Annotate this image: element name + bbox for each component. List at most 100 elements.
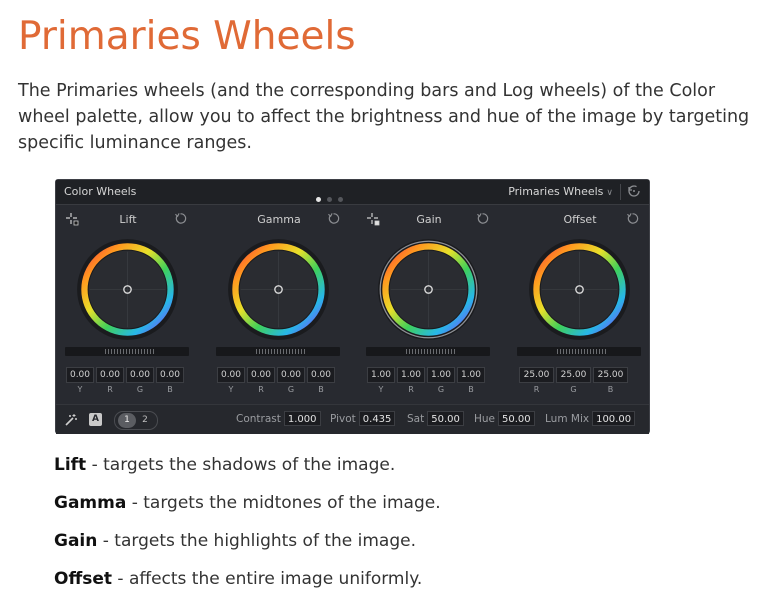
master-wheel-slider[interactable] [366,347,490,356]
sat-label: Sat [407,412,425,425]
definition-term: Gain [54,531,98,551]
wheel-gamma: Gamma 0.00 0.00 0.00 0.00 YRGB [209,204,349,399]
definition-term: Offset [54,569,112,589]
definition-gamma: Gamma - targets the midtones of the imag… [54,493,441,513]
wheel-gain: Gain 1.00 1.00 1.00 1.00 YRGB [359,204,499,399]
definition-term: Gamma [54,493,127,513]
lum-mix-value[interactable]: 100.00 [592,411,636,426]
channel-label: B [468,385,474,394]
sat-control: Sat 50.00 [407,411,464,426]
master-wheel-slider[interactable] [216,347,340,356]
channel-label: G [437,385,445,394]
color-wheel[interactable] [376,237,481,342]
contrast-control: Contrast 1.000 [236,411,321,426]
value-fields: 25.00 25.00 25.00 [519,367,628,383]
channel-label: R [107,385,113,394]
page-switcher: 1 2 [114,411,158,430]
channel-label: Y [378,385,384,394]
channel-label: B [318,385,324,394]
definition-desc: - affects the entire image uniformly. [112,569,423,589]
channel-label: R [533,385,540,394]
value-g[interactable]: 25.00 [556,367,591,383]
auto-balance-wand-icon[interactable] [64,413,78,427]
value-fields: 1.00 1.00 1.00 1.00 [367,367,485,383]
value-g[interactable]: 0.00 [277,367,305,383]
channel-label: R [408,385,414,394]
lum-mix-label: Lum Mix [545,412,590,425]
mode-label: Primaries Wheels [508,185,604,198]
sat-value[interactable]: 50.00 [427,411,464,426]
chevron-down-icon: ∨ [606,188,613,198]
pivot-label: Pivot [330,412,356,425]
channel-labels: RGB [519,385,628,394]
value-b[interactable]: 1.00 [457,367,485,383]
header-divider [620,184,621,200]
channel-label: R [258,385,264,394]
panel-header: Color Wheels Primaries Wheels ∨ [56,180,649,205]
channel-label: Y [77,385,83,394]
value-r[interactable]: 0.00 [247,367,275,383]
reset-icon[interactable] [476,212,489,225]
wheel-offset: Offset 25.00 25.00 25.00 RGB [510,204,650,399]
channel-labels: YRGB [367,385,485,394]
hue-control: Hue 50.00 [474,411,535,426]
auto-badge[interactable]: A [89,413,102,426]
hue-value[interactable]: 50.00 [498,411,535,426]
wheel-lift: Lift 0.00 0.00 0.00 0.00 YRGB [58,204,198,399]
channel-label: B [607,385,614,394]
definition-desc: - targets the shadows of the image. [86,455,396,475]
page-title: Primaries Wheels [18,14,356,59]
definition-desc: - targets the highlights of the image. [97,531,417,551]
master-wheel-slider[interactable] [65,347,189,356]
pivot-control: Pivot 0.435 [330,411,396,426]
definition-desc: - targets the midtones of the image. [126,493,441,513]
page-dot[interactable] [327,197,332,202]
channel-label: G [136,385,144,394]
definition-term: Lift [54,455,87,475]
value-y[interactable]: 0.00 [217,367,245,383]
channel-label: Y [228,385,234,394]
reset-all-icon[interactable] [627,184,641,198]
reset-icon[interactable] [174,212,187,225]
mode-dropdown[interactable]: Primaries Wheels ∨ [508,185,613,198]
value-r[interactable]: 25.00 [519,367,554,383]
definition-offset: Offset - affects the entire image unifor… [54,569,422,589]
reset-icon[interactable] [327,212,340,225]
pivot-value[interactable]: 0.435 [358,411,396,426]
value-g[interactable]: 0.00 [126,367,154,383]
definition-lift: Lift - targets the shadows of the image. [54,455,395,475]
channel-label: G [287,385,295,394]
value-b[interactable]: 25.00 [593,367,628,383]
value-y[interactable]: 0.00 [66,367,94,383]
contrast-label: Contrast [236,412,281,425]
value-b[interactable]: 0.00 [156,367,184,383]
panel-title: Color Wheels [64,185,137,198]
lum-mix-control: Lum Mix 100.00 [545,411,636,426]
value-y[interactable]: 1.00 [367,367,395,383]
value-r[interactable]: 0.00 [96,367,124,383]
channel-labels: YRGB [217,385,335,394]
color-wheel[interactable] [226,237,331,342]
value-r[interactable]: 1.00 [397,367,425,383]
page-button-2[interactable]: 2 [136,413,154,428]
channel-label: G [570,385,577,394]
color-wheel[interactable] [527,237,632,342]
hue-label: Hue [474,412,496,425]
color-wheel[interactable] [75,237,180,342]
page-dot[interactable] [316,197,321,202]
contrast-value[interactable]: 1.000 [283,411,321,426]
value-g[interactable]: 1.00 [427,367,455,383]
channel-label: B [167,385,173,394]
page-button-1[interactable]: 1 [118,413,136,428]
value-fields: 0.00 0.00 0.00 0.00 [217,367,335,383]
color-wheels-panel: Color Wheels Primaries Wheels ∨ Lift 0.00… [55,179,650,434]
master-wheel-slider[interactable] [517,347,641,356]
intro-paragraph: The Primaries wheels (and the correspond… [18,81,750,153]
value-fields: 0.00 0.00 0.00 0.00 [66,367,184,383]
page-dot[interactable] [338,197,343,202]
reset-icon[interactable] [626,212,639,225]
channel-labels: YRGB [66,385,184,394]
panel-footer: A 1 2 Contrast 1.000 Pivot 0.435 Sat 50.00 … [56,404,649,434]
definition-gain: Gain - targets the highlights of the ima… [54,531,416,551]
value-b[interactable]: 0.00 [307,367,335,383]
